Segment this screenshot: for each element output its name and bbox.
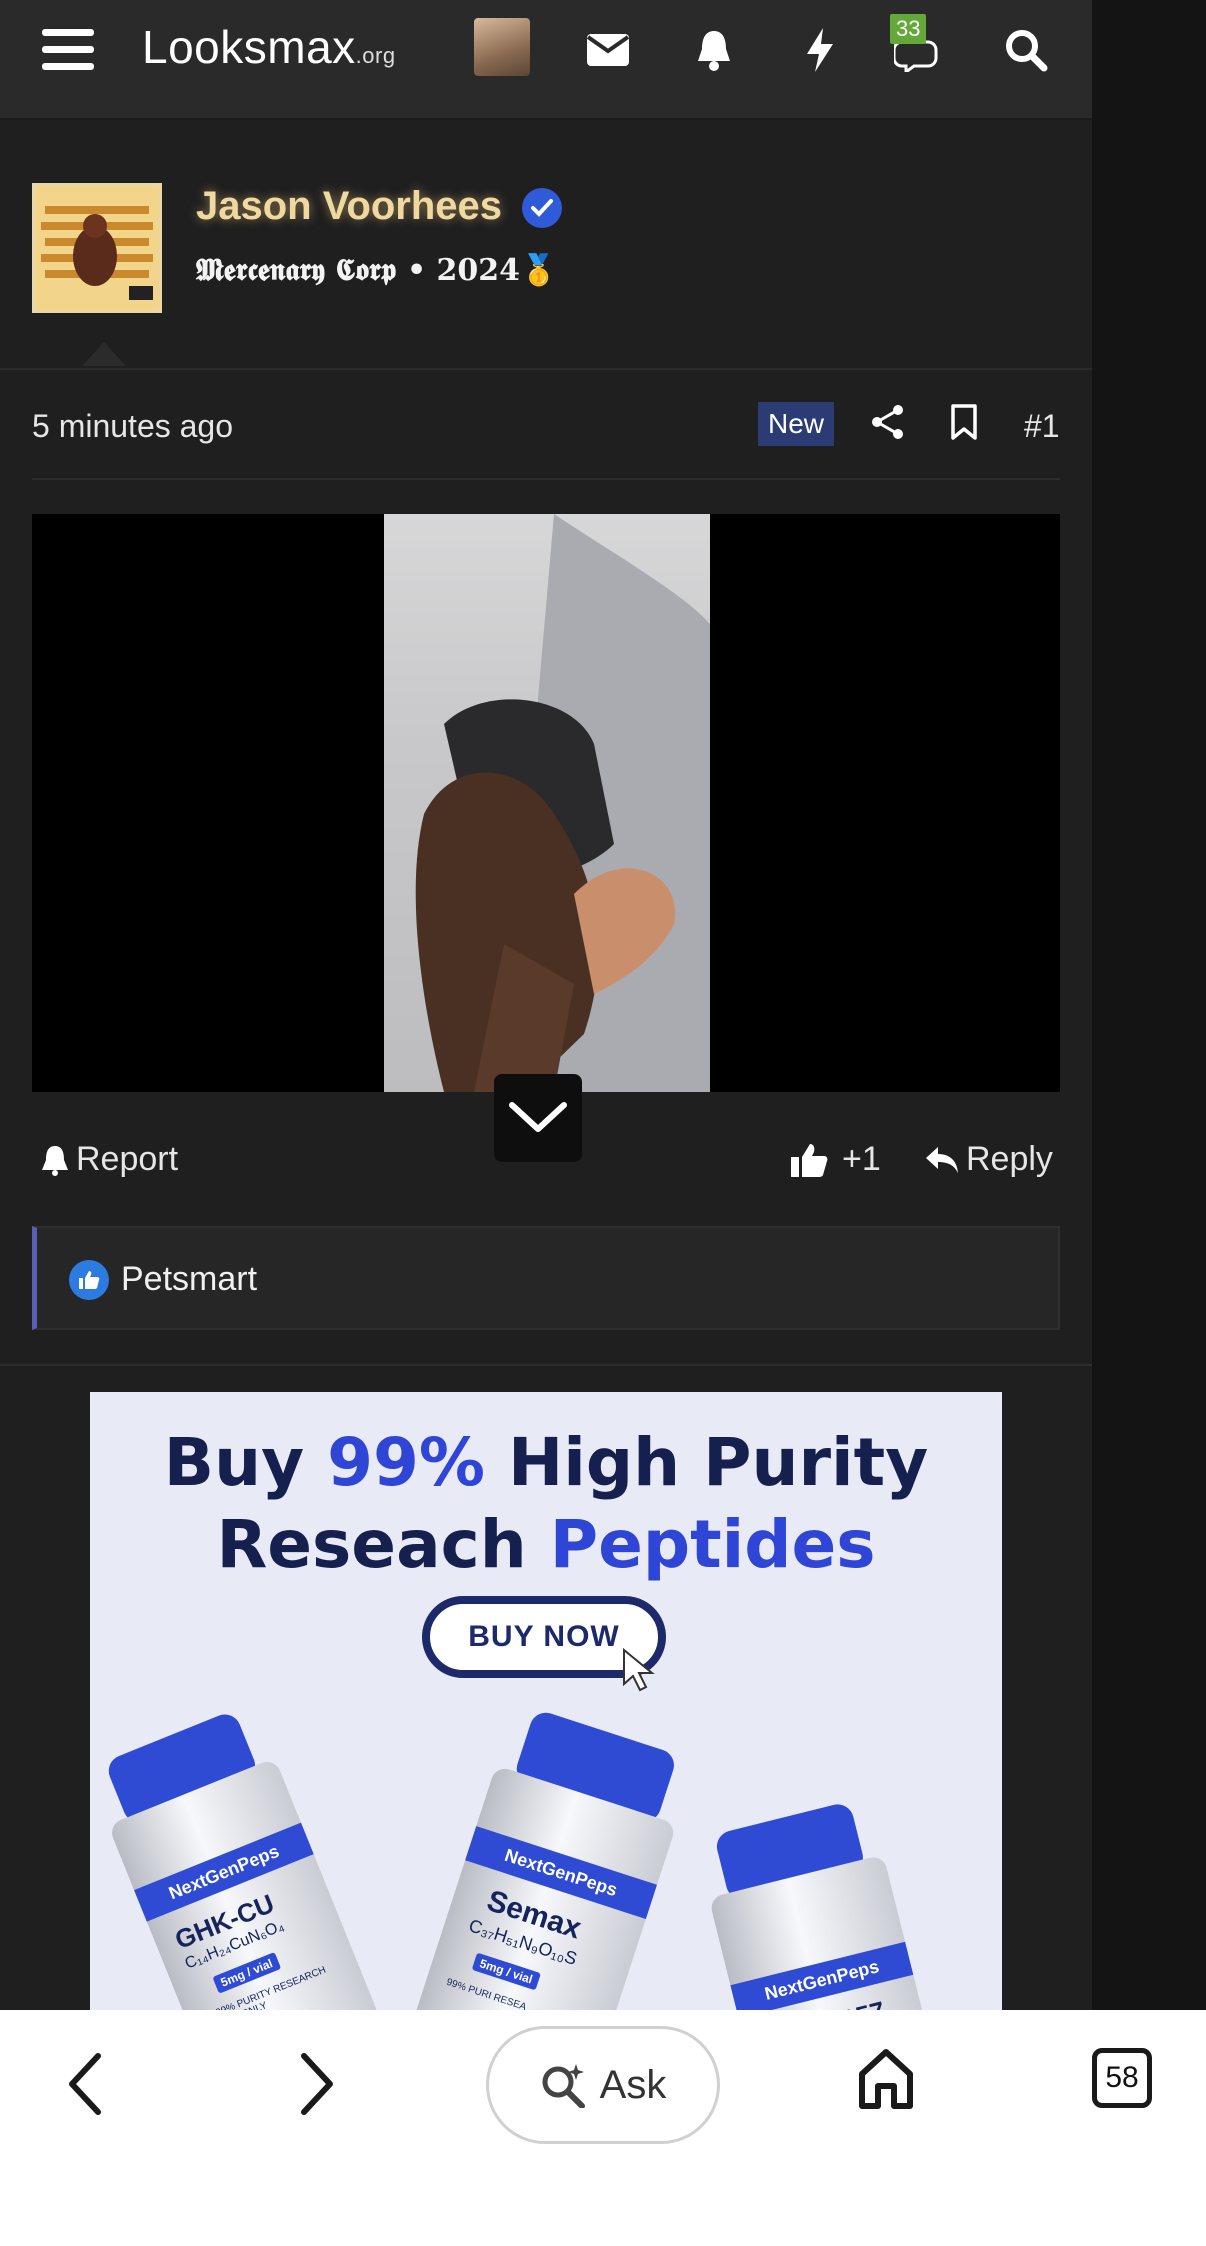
forum-column: Looksmax.org 33 Jason Voorhees 𝕸𝖊𝖗𝖈𝖊𝖓𝖆𝖗𝖞… (0, 0, 1092, 2010)
tab-count: 58 (1105, 2061, 1139, 2094)
new-badge: New (758, 402, 835, 446)
header-pointer (82, 342, 126, 366)
vial-semax: NextGenPeps Semax C₃₇H₅₁N₉O₁₀S 5mg / via… (374, 1696, 716, 2010)
ask-button[interactable]: Ask (486, 2026, 720, 2144)
author-username[interactable]: Jason Voorhees (196, 184, 502, 229)
browser-bottom-toolbar: Ask 58 (0, 2010, 1206, 2246)
reply-arrow-icon (926, 1146, 958, 1173)
account-avatar[interactable] (474, 18, 530, 76)
home-icon[interactable] (856, 2044, 916, 2114)
envelope-icon[interactable] (580, 22, 636, 78)
bell-icon[interactable] (686, 22, 742, 78)
bell-icon (42, 1145, 68, 1176)
video-frame (384, 514, 710, 1092)
author-avatar[interactable] (32, 183, 162, 313)
vial-157: NextGenPeps 157 (684, 1791, 965, 2010)
reply-button[interactable]: Reply (924, 1140, 1053, 1179)
logo-suffix: .org (355, 43, 396, 68)
bookmark-icon[interactable] (950, 404, 978, 445)
reply-label: Reply (966, 1140, 1053, 1178)
reactions-bar[interactable]: Petsmart (32, 1226, 1060, 1330)
lightning-icon[interactable] (792, 22, 848, 78)
page-right-margin (1092, 0, 1206, 2010)
post-author-header: Jason Voorhees 𝕸𝖊𝖗𝖈𝖊𝖓𝖆𝖗𝖞 𝕮𝖔𝖗𝖕 • 2024🥇 (0, 148, 1092, 370)
buy-now-label: BUY NOW (468, 1620, 620, 1653)
post-number[interactable]: #1 (1024, 408, 1060, 445)
section-divider (0, 1364, 1092, 1366)
meta-divider (32, 478, 1060, 480)
video-player[interactable] (32, 514, 1060, 1092)
search-icon[interactable] (998, 22, 1054, 78)
cursor-icon (623, 1648, 655, 1692)
site-logo[interactable]: Looksmax.org (142, 20, 396, 74)
ask-label: Ask (599, 2062, 667, 2107)
author-user-title: 𝕸𝖊𝖗𝖈𝖊𝖓𝖆𝖗𝖞 𝕮𝖔𝖗𝖕 • 2024🥇 (196, 253, 558, 288)
sparkle-search-icon (542, 2064, 585, 2108)
top-navigation-bar: Looksmax.org 33 (0, 0, 1092, 120)
logo-text: Looksmax (142, 21, 356, 73)
tabs-count-button[interactable]: 58 (1092, 2048, 1152, 2108)
reaction-users[interactable]: Petsmart (121, 1260, 257, 1299)
like-reaction-icon (69, 1260, 109, 1300)
post-meta-row: 5 minutes ago New #1 (0, 372, 1092, 480)
ad-headline-line1: Buy 99% High Purity (163, 1424, 929, 1501)
post-timestamp[interactable]: 5 minutes ago (32, 408, 233, 445)
like-button[interactable]: +1 (790, 1140, 881, 1179)
forward-arrow-icon[interactable] (290, 2044, 346, 2124)
thumbs-up-icon (791, 1143, 828, 1177)
ad-headline-line2: Reseach Peptides (216, 1506, 876, 1583)
post-actions-row: Report +1 Reply (0, 1126, 1092, 1196)
peptides-ad-banner[interactable]: Buy 99% High Purity Reseach Peptides BUY… (90, 1392, 1002, 2010)
notification-count-badge: 33 (890, 14, 927, 44)
like-count: +1 (842, 1140, 881, 1178)
vial-ghk-cu: NextGenPeps GHK-CU C₁₄H₂₄CuN₆O₄ 5mg / vi… (90, 1695, 413, 2010)
verified-badge-icon (522, 188, 562, 228)
report-button[interactable]: Report (40, 1140, 178, 1179)
hamburger-menu-icon[interactable] (40, 22, 96, 78)
back-arrow-icon[interactable] (56, 2044, 112, 2124)
share-icon[interactable] (870, 404, 906, 445)
report-label: Report (76, 1140, 179, 1178)
